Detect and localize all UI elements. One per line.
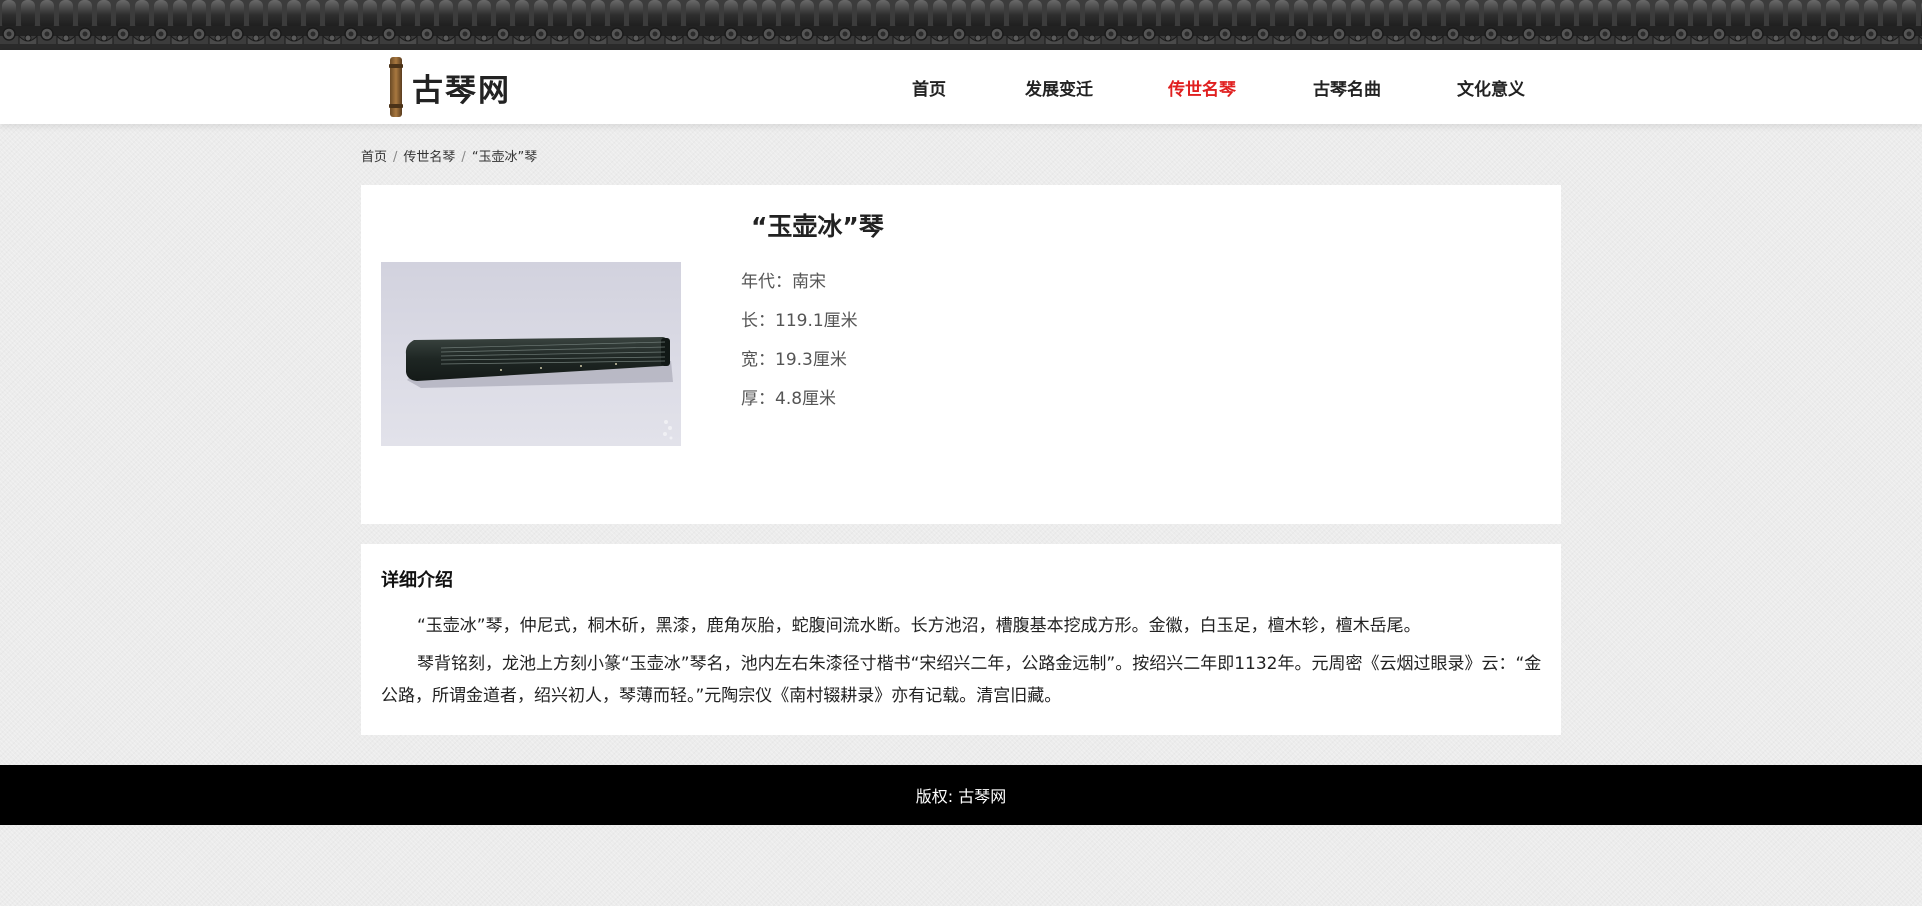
roof-tiles-banner <box>0 0 1922 50</box>
site-header: 古琴网 首页 发展变迁 传世名琴 古琴名曲 文化意义 <box>0 50 1922 124</box>
detail-card: 详细介绍 “玉壶冰”琴，仲尼式，桐木斫，黑漆，鹿角灰胎，蛇腹间流水断。长方池沼，… <box>361 544 1561 735</box>
breadcrumb-separator: / <box>461 150 466 165</box>
qin-photo <box>381 262 681 446</box>
site-footer: 版权: 古琴网 <box>0 765 1922 825</box>
nav-item-famous-pieces[interactable]: 古琴名曲 <box>1313 75 1381 100</box>
detail-paragraph: “玉壶冰”琴，仲尼式，桐木斫，黑漆，鹿角灰胎，蛇腹间流水断。长方池沼，槽腹基本挖… <box>417 616 1421 636</box>
site-logo[interactable]: 古琴网 <box>388 54 518 120</box>
qin-info-card: “玉壶冰”琴 年代：南宋 长：119.1厘米 宽：19.3厘米 厚：4.8厘米 <box>361 185 1561 524</box>
breadcrumb-section[interactable]: 传世名琴 <box>403 150 455 165</box>
detail-heading: 详细介绍 <box>381 570 453 591</box>
detail-body: “玉壶冰”琴，仲尼式，桐木斫，黑漆，鹿角灰胎，蛇腹间流水断。长方池沼，槽腹基本挖… <box>381 610 1543 718</box>
qin-attr-thickness: 厚：4.8厘米 <box>741 389 837 409</box>
qin-attributes: 年代：南宋 长：119.1厘米 宽：19.3厘米 厚：4.8厘米 <box>741 267 858 423</box>
nav-item-famous-qin[interactable]: 传世名琴 <box>1168 75 1236 100</box>
qin-attr-width: 宽：19.3厘米 <box>741 350 847 370</box>
nav-item-history[interactable]: 发展变迁 <box>1025 75 1093 100</box>
qin-title: “玉壶冰”琴 <box>751 212 884 241</box>
nav-item-cultural-meaning[interactable]: 文化意义 <box>1457 75 1525 100</box>
nav-item-home[interactable]: 首页 <box>912 75 946 100</box>
qin-attr-era: 年代：南宋 <box>741 272 826 292</box>
breadcrumb-separator: / <box>393 150 398 165</box>
footer-copyright: 版权: 古琴网 <box>915 787 1007 806</box>
breadcrumb: 首页 / 传世名琴 / “玉壶冰”琴 <box>361 146 537 165</box>
breadcrumb-home[interactable]: 首页 <box>361 150 387 165</box>
guqin-logo-icon <box>389 57 403 117</box>
breadcrumb-current: “玉壶冰”琴 <box>471 150 538 165</box>
site-logo-text: 古琴网 <box>412 72 511 109</box>
qin-attr-length: 长：119.1厘米 <box>741 311 858 331</box>
detail-paragraph: 琴背铭刻，龙池上方刻小篆“玉壶冰”琴名，池内左右朱漆径寸楷书“宋绍兴二年，公路金… <box>381 654 1542 706</box>
